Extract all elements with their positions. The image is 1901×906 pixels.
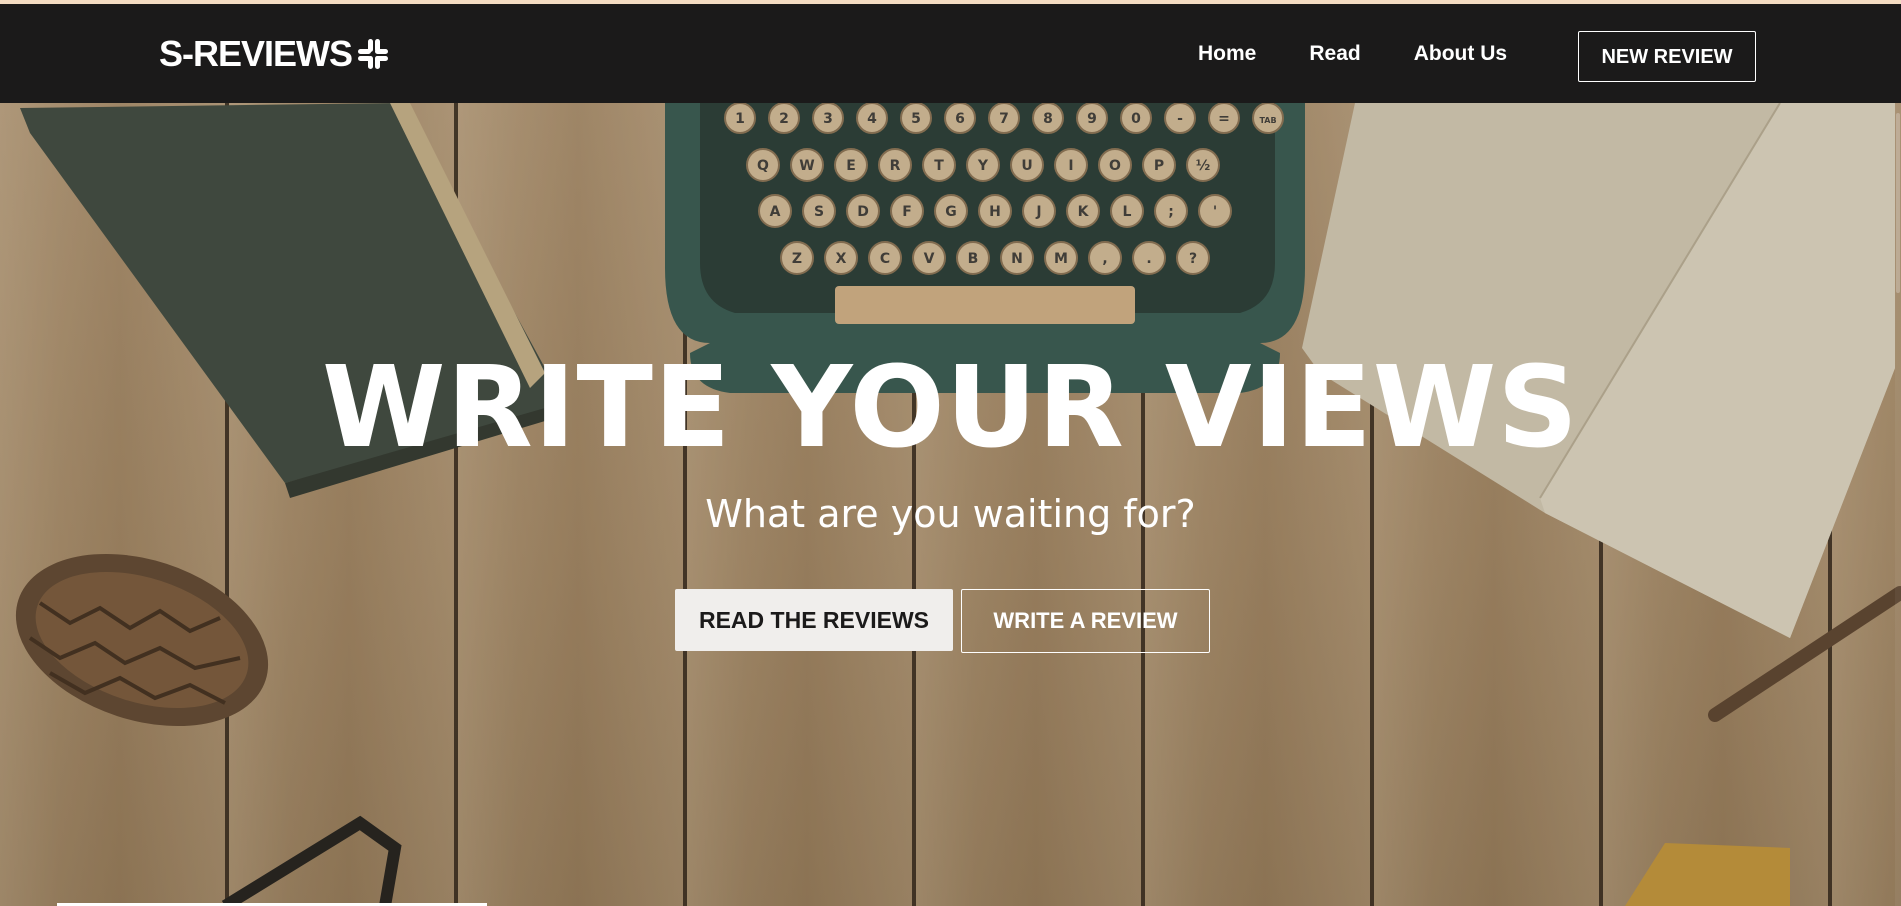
brand-name: S-REVIEWS	[159, 33, 353, 74]
brand-logo[interactable]: S-REVIEWS	[159, 33, 392, 75]
read-reviews-button[interactable]: READ THE REVIEWS	[675, 589, 953, 651]
nav-link-read[interactable]: Read	[1309, 42, 1360, 66]
slack-hash-icon	[358, 39, 389, 69]
scrollbar-thumb[interactable]	[1896, 113, 1900, 293]
navbar: S-REVIEWS Home Read About Us NEW REVIEW	[0, 4, 1901, 103]
nav-link-about-us[interactable]: About Us	[1414, 42, 1507, 66]
hero-title: WRITE YOUR VIEWS	[322, 343, 1579, 473]
nav-links: Home Read About Us	[1198, 42, 1560, 66]
new-review-button[interactable]: NEW REVIEW	[1578, 31, 1756, 82]
page: S-REVIEWS Home Read About Us NEW REVIEW	[0, 0, 1901, 906]
hero-section: 1 2 3 4 5 6 7 8 9 0- = TAB Q W E R T Y U I O P ½ A S D F G H J K L; ' Z X C…	[0, 103, 1901, 906]
nav-link-home[interactable]: Home	[1198, 42, 1256, 66]
hero-subtitle: What are you waiting for?	[705, 492, 1196, 536]
hero-buttons: READ THE REVIEWS WRITE A REVIEW	[675, 589, 1210, 653]
write-review-button[interactable]: WRITE A REVIEW	[961, 589, 1210, 653]
